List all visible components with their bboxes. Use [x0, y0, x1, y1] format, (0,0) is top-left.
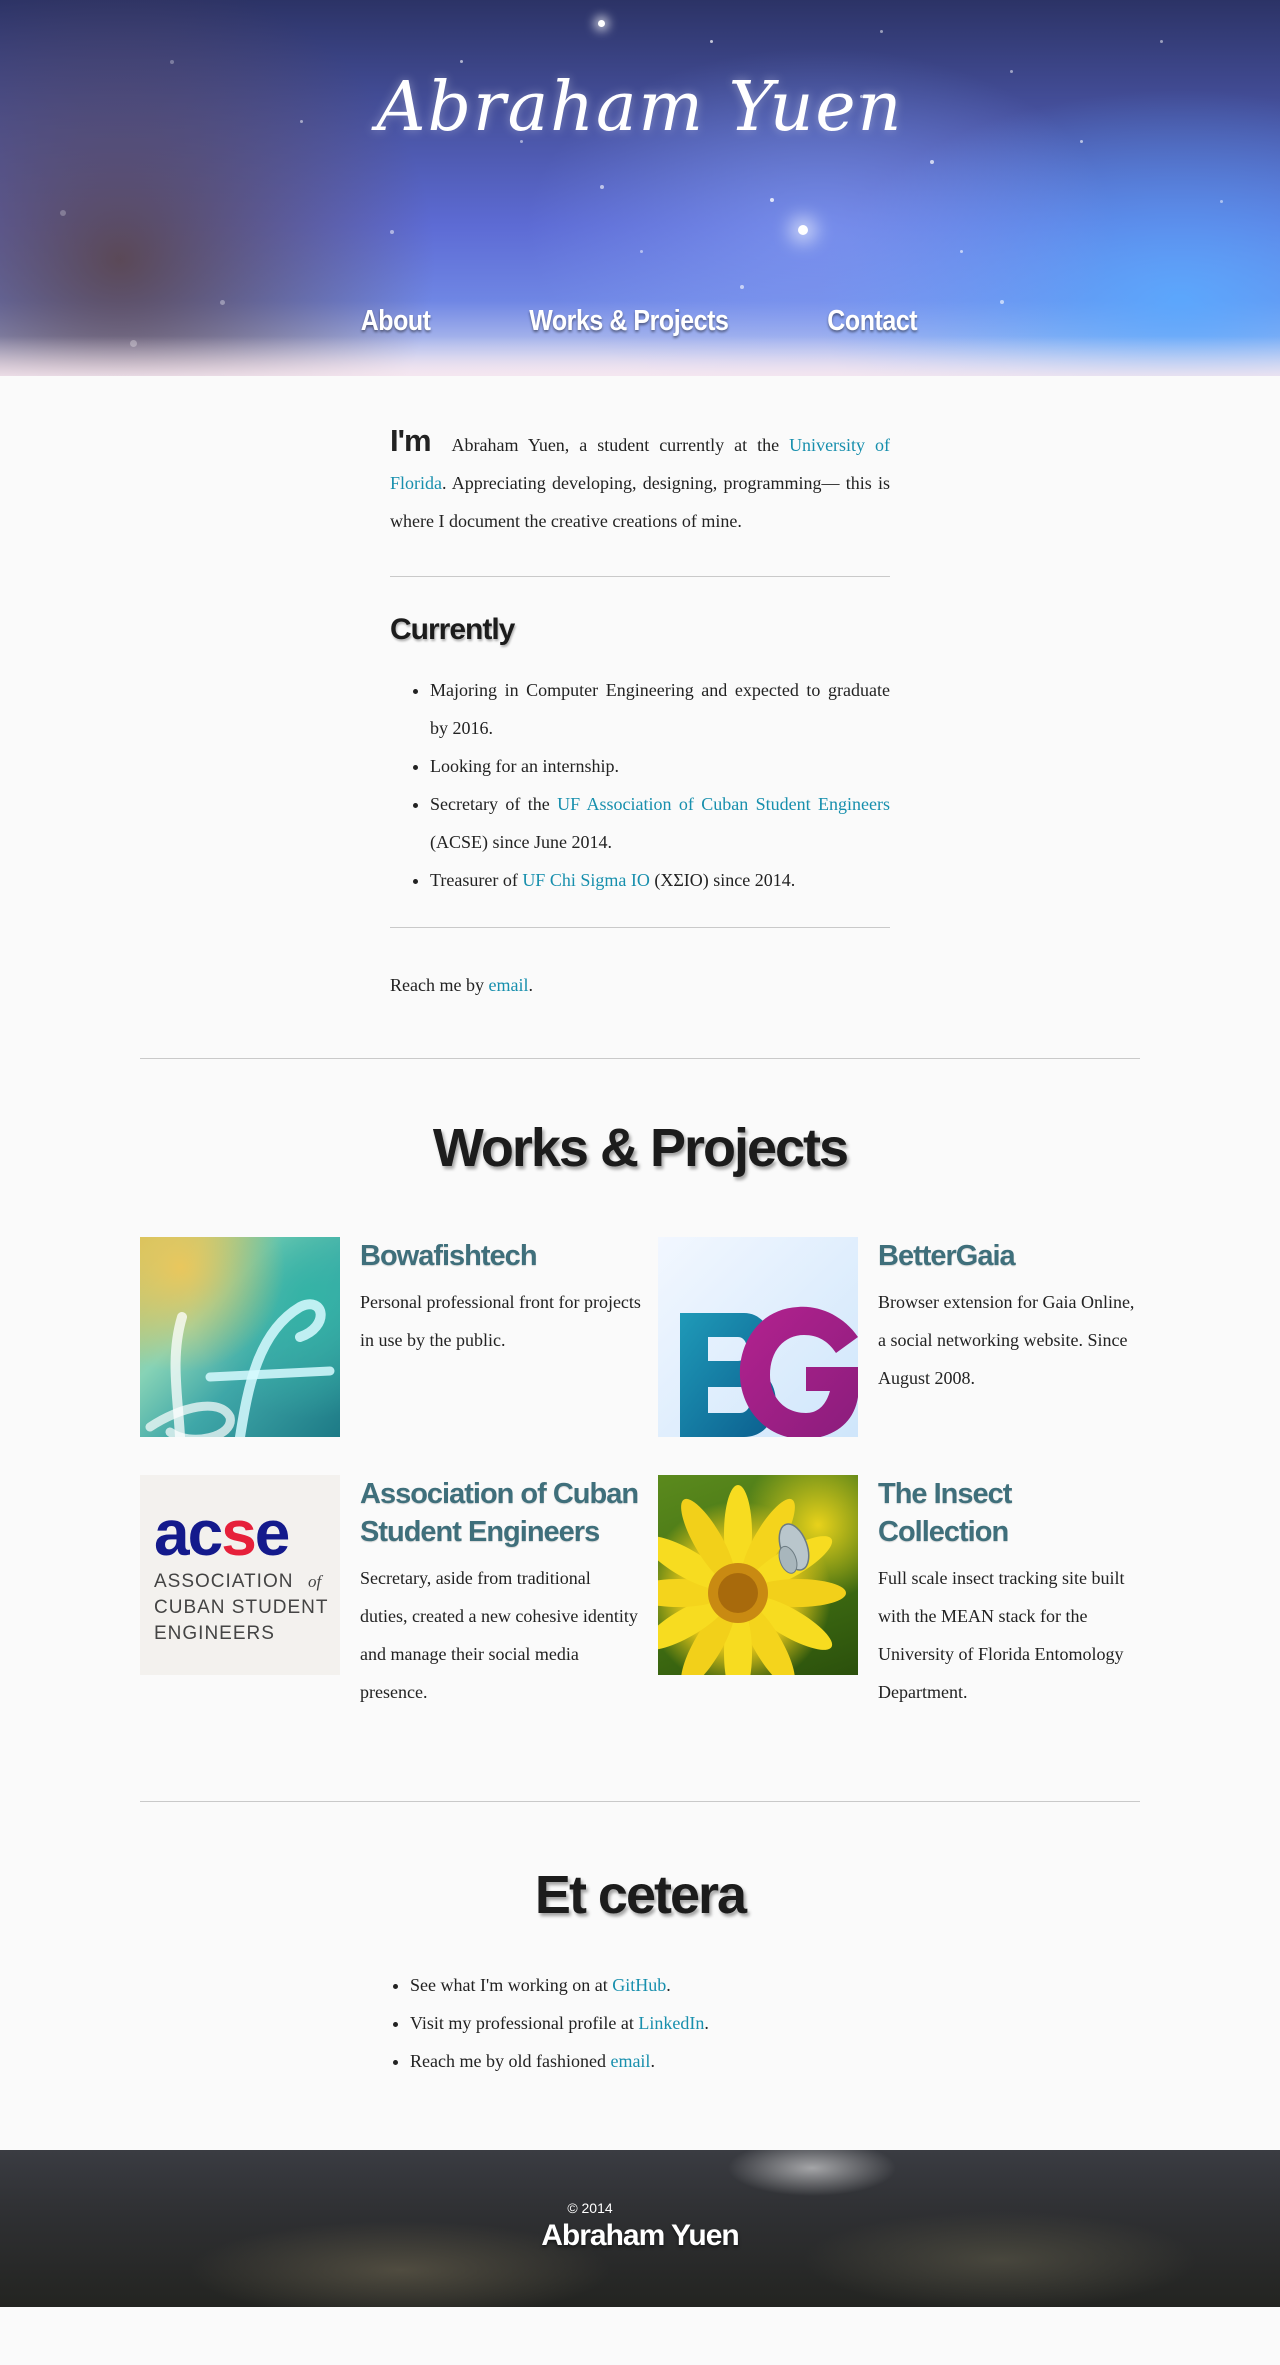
reach-punct: . [528, 975, 533, 995]
currently-item-text: Majoring in Computer Engineering and exp… [430, 680, 890, 738]
github-link[interactable]: GitHub [612, 1975, 666, 1995]
section-divider [140, 1801, 1140, 1802]
email-link[interactable]: email [610, 2051, 650, 2071]
acse-logo-line2: CUBAN STUDENT [154, 1597, 329, 1618]
etc-section: Et cetera See what I'm working on at Git… [0, 1868, 1280, 2080]
currently-item: Treasurer of UF Chi Sigma IO (ΧΣΙΟ) sinc… [430, 861, 890, 899]
currently-item: Secretary of the UF Association of Cuban… [430, 785, 890, 861]
currently-item-text: Secretary of the [430, 794, 550, 814]
currently-heading: Currently [390, 613, 515, 646]
currently-item-text: (ΧΣΙΟ) since 2014. [654, 870, 796, 890]
etc-item-punct: . [666, 1975, 671, 1995]
works-section: Works & Projects Bowafishtech Personal p… [0, 1121, 1280, 1711]
etc-item: See what I'm working on at GitHub. [410, 1966, 890, 2004]
footer-name: Abraham Yuen [541, 2219, 740, 2252]
copyright-text: © 2014 [567, 2200, 613, 2216]
divider [390, 927, 890, 928]
etc-item: Reach me by old fashioned email. [410, 2042, 890, 2080]
bg-logo-icon[interactable] [658, 1237, 858, 1437]
etc-item-text: Visit my professional profile at [410, 2013, 634, 2033]
nav-about-link[interactable]: About [361, 305, 431, 338]
nav-contact-link[interactable]: Contact [828, 305, 918, 338]
acse-logo-of: of [308, 1572, 324, 1591]
hero-header: Abraham Yuen About Works & Projects Cont… [0, 0, 1280, 376]
etc-item-punct: . [704, 2013, 709, 2033]
project-card: The Insect Collection Full scale insect … [658, 1475, 1140, 1711]
etc-title: Et cetera [534, 1865, 747, 1925]
project-card: Bowafishtech Personal professional front… [140, 1237, 658, 1437]
currently-item-text: Looking for an internship. [430, 756, 619, 776]
intro-text-before: Abraham Yuen, a student currently at the [451, 435, 780, 455]
about-section: I'm Abraham Yuen, a student currently at… [390, 376, 890, 1004]
etc-item-punct: . [650, 2051, 655, 2071]
intro-im-heading: I'm [390, 423, 432, 458]
bf-logo-icon[interactable] [140, 1237, 340, 1437]
etc-list: See what I'm working on at GitHub. Visit… [390, 1966, 890, 2080]
currently-list: Majoring in Computer Engineering and exp… [390, 671, 890, 899]
email-link[interactable]: email [488, 975, 528, 995]
etc-item-text: See what I'm working on at [410, 1975, 608, 1995]
nav-works-link[interactable]: Works & Projects [529, 305, 729, 338]
acse-logo-line3: ENGINEERS [154, 1623, 275, 1644]
currently-item-text: Treasurer of [430, 870, 518, 890]
intro-paragraph: I'm Abraham Yuen, a student currently at… [390, 422, 890, 540]
project-card: acse ASSOCIATION of CUBAN STUDENT ENGINE… [140, 1475, 658, 1711]
main-nav: About Works & Projects Contact [0, 305, 1280, 338]
site-footer: © 2014 Abraham Yuen [0, 2150, 1280, 2307]
section-divider [140, 1058, 1140, 1059]
acse-logo-line1: ASSOCIATION [154, 1571, 293, 1592]
project-card: BetterGaia Browser extension for Gaia On… [658, 1237, 1140, 1437]
acse-logo-icon[interactable]: acse ASSOCIATION of CUBAN STUDENT ENGINE… [140, 1475, 340, 1675]
divider [390, 576, 890, 577]
linkedin-link[interactable]: LinkedIn [638, 2013, 704, 2033]
acse-link[interactable]: UF Association of Cuban Student Engineer… [557, 794, 890, 814]
reach-me-line: Reach me by email. [390, 966, 890, 1004]
works-title: Works & Projects [432, 1118, 849, 1178]
reach-text: Reach me by [390, 975, 484, 995]
flower-butterfly-photo[interactable] [658, 1475, 858, 1675]
projects-grid: Bowafishtech Personal professional front… [140, 1237, 1140, 1711]
currently-item: Looking for an internship. [430, 747, 890, 785]
chi-sigma-io-link[interactable]: UF Chi Sigma IO [522, 870, 650, 890]
currently-item-text: (ACSE) since June 2014. [430, 832, 612, 852]
etc-item: Visit my professional profile at LinkedI… [410, 2004, 890, 2042]
intro-text-after: . Appreciating developing, designing, pr… [390, 473, 890, 531]
horizon-glow [0, 336, 1280, 376]
site-title: Abraham Yuen [376, 68, 904, 147]
currently-item: Majoring in Computer Engineering and exp… [430, 671, 890, 747]
etc-item-text: Reach me by old fashioned [410, 2051, 606, 2071]
